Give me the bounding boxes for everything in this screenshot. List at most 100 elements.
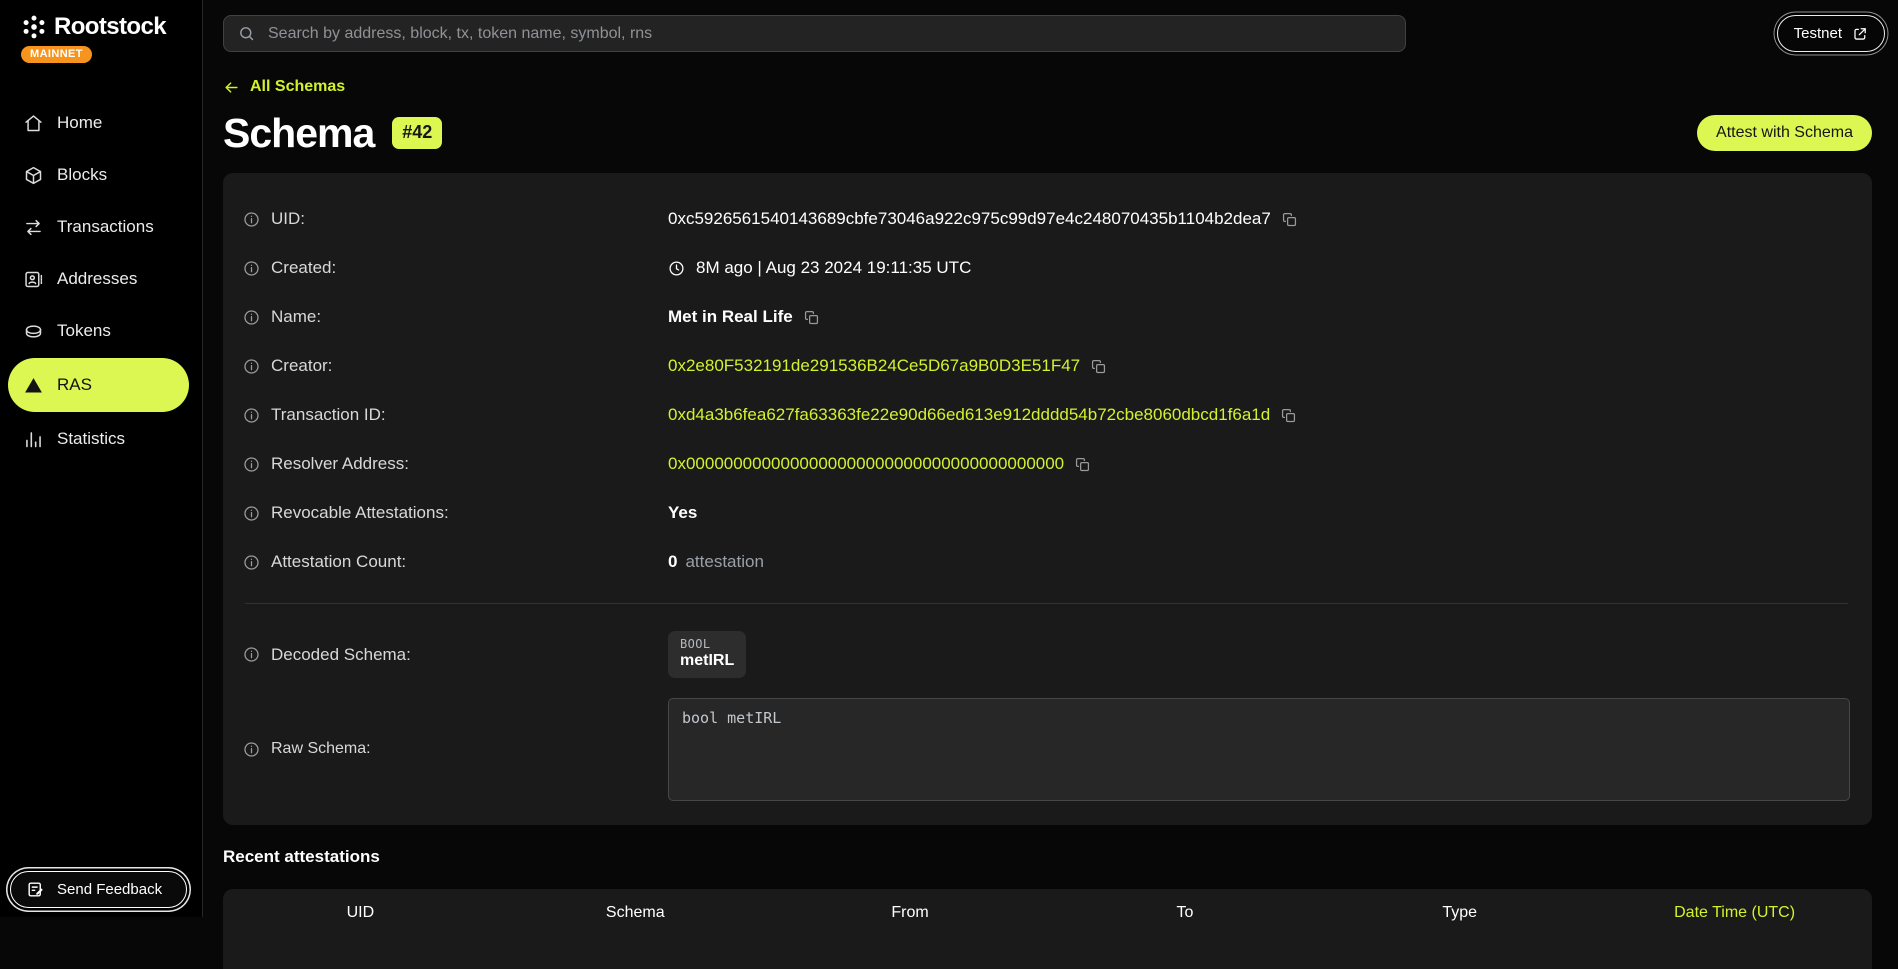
sidebar-item-blocks[interactable]: Blocks	[0, 149, 202, 201]
send-feedback-button[interactable]: Send Feedback	[10, 871, 187, 908]
column-header-from: From	[773, 904, 1048, 922]
title-row: Schema #42 Attest with Schema	[223, 109, 1872, 157]
feedback-label: Send Feedback	[57, 881, 162, 898]
main-area: Testnet All Schemas Schema #42 Attest wi…	[203, 0, 1898, 969]
sidebar-item-tokens[interactable]: Tokens	[0, 305, 202, 357]
info-icon	[243, 554, 260, 571]
creator-value-group: 0x2e80F532191de291536B24Ce5D67a9B0D3E51F…	[668, 356, 1106, 376]
schema-field-chip: BOOL metIRL	[668, 631, 746, 678]
attestation-count-value-group: 0 attestation	[668, 552, 764, 572]
transaction-id-label: Transaction ID:	[271, 405, 386, 425]
schema-field-name: metIRL	[680, 652, 734, 670]
topbar: Testnet	[203, 0, 1898, 52]
detail-row-resolver-address: Resolver Address: 0x00000000000000000000…	[243, 440, 1850, 489]
detail-row-attestation-count: Attestation Count: 0 attestation	[243, 538, 1850, 587]
brand-name: Rootstock	[54, 13, 166, 41]
resolver-label: Resolver Address:	[271, 454, 409, 474]
sidebar-item-statistics[interactable]: Statistics	[0, 413, 202, 465]
sidebar-item-label: Statistics	[57, 429, 125, 449]
created-label: Created:	[271, 258, 336, 278]
sidebar-item-label: RAS	[57, 375, 92, 395]
attest-with-schema-button[interactable]: Attest with Schema	[1697, 115, 1872, 151]
copy-resolver-button[interactable]	[1075, 457, 1090, 472]
search-input[interactable]	[266, 24, 1391, 44]
search-icon	[238, 25, 255, 42]
brand-logo[interactable]: Rootstock	[0, 13, 202, 41]
column-header-type: Type	[1322, 904, 1597, 922]
detail-row-name: Name: Met in Real Life	[243, 293, 1850, 342]
copy-uid-button[interactable]	[1282, 212, 1297, 227]
sidebar-item-label: Addresses	[57, 269, 137, 289]
coin-icon	[23, 321, 44, 342]
bar-chart-icon	[23, 429, 44, 450]
detail-row-created: Created: 8M ago | Aug 23 2024 19:11:35 U…	[243, 244, 1850, 293]
resolver-address-link[interactable]: 0x00000000000000000000000000000000000000…	[668, 454, 1064, 474]
sidebar-item-label: Tokens	[57, 321, 111, 341]
uid-value: 0xc5926561540143689cbfe73046a922c975c99d…	[668, 209, 1271, 229]
uid-value-group: 0xc5926561540143689cbfe73046a922c975c99d…	[668, 209, 1297, 229]
clock-icon	[668, 260, 685, 277]
sidebar-item-label: Blocks	[57, 165, 107, 185]
name-value-group: Met in Real Life	[668, 307, 819, 327]
raw-schema-textarea[interactable]: bool metIRL	[668, 698, 1850, 801]
detail-row-revocable: Revocable Attestations: Yes	[243, 489, 1850, 538]
detail-row-decoded-schema: Decoded Schema: BOOL metIRL	[243, 616, 1850, 694]
revocable-label-group: Revocable Attestations:	[243, 503, 668, 523]
revocable-value-group: Yes	[668, 503, 697, 523]
info-icon	[243, 741, 260, 758]
attestation-count-value: 0	[668, 552, 677, 572]
creator-address-link[interactable]: 0x2e80F532191de291536B24Ce5D67a9B0D3E51F…	[668, 356, 1080, 376]
page-title: Schema	[223, 109, 374, 157]
detail-row-transaction-id: Transaction ID: 0xd4a3b6fea627fa63363fe2…	[243, 391, 1850, 440]
created-value: 8M ago | Aug 23 2024 19:11:35 UTC	[696, 258, 971, 278]
info-icon	[243, 646, 260, 663]
search-bar[interactable]	[223, 15, 1406, 52]
copy-creator-button[interactable]	[1091, 359, 1106, 374]
recent-attestations-heading: Recent attestations	[223, 847, 1872, 867]
copy-transaction-id-button[interactable]	[1281, 408, 1296, 423]
cube-icon	[23, 165, 44, 186]
sidebar-item-ras[interactable]: RAS	[8, 358, 189, 412]
sidebar: Rootstock MAINNET Home Blocks Transactio…	[0, 0, 203, 917]
name-value: Met in Real Life	[668, 307, 793, 327]
sidebar-item-addresses[interactable]: Addresses	[0, 253, 202, 305]
swap-arrows-icon	[23, 217, 44, 238]
sidebar-nav: Home Blocks Transactions Addresses Token…	[0, 97, 202, 465]
card-divider	[245, 603, 1848, 604]
feedback-icon	[26, 880, 45, 899]
info-icon	[243, 505, 260, 522]
attestation-count-label: Attestation Count:	[271, 552, 406, 572]
network-switch-label: Testnet	[1794, 25, 1842, 42]
decoded-schema-value-group: BOOL metIRL	[668, 631, 746, 678]
rootstock-logo-icon	[21, 14, 47, 40]
network-switch-button[interactable]: Testnet	[1777, 15, 1885, 52]
transaction-id-link[interactable]: 0xd4a3b6fea627fa63363fe22e90d66ed613e912…	[668, 405, 1270, 425]
resolver-label-group: Resolver Address:	[243, 454, 668, 474]
attestation-count-label-group: Attestation Count:	[243, 552, 668, 572]
created-label-group: Created:	[243, 258, 668, 278]
raw-schema-label-group: Raw Schema:	[243, 740, 668, 758]
decoded-schema-label: Decoded Schema:	[271, 645, 411, 665]
schema-details-card: UID: 0xc5926561540143689cbfe73046a922c97…	[223, 173, 1872, 825]
column-header-datetime[interactable]: Date Time (UTC)	[1597, 904, 1872, 922]
info-icon	[243, 358, 260, 375]
sidebar-item-home[interactable]: Home	[0, 97, 202, 149]
back-to-all-schemas-link[interactable]: All Schemas	[223, 78, 345, 96]
external-link-icon	[1852, 26, 1868, 42]
revocable-value: Yes	[668, 503, 697, 523]
column-header-schema: Schema	[498, 904, 773, 922]
arrow-left-icon	[223, 79, 240, 96]
copy-name-button[interactable]	[804, 310, 819, 325]
sidebar-item-label: Transactions	[57, 217, 154, 237]
raw-schema-label: Raw Schema:	[271, 740, 371, 758]
info-icon	[243, 260, 260, 277]
page-content: All Schemas Schema #42 Attest with Schem…	[203, 52, 1898, 969]
uid-label: UID:	[271, 209, 305, 229]
sidebar-item-transactions[interactable]: Transactions	[0, 201, 202, 253]
detail-row-uid: UID: 0xc5926561540143689cbfe73046a922c97…	[243, 195, 1850, 244]
info-icon	[243, 309, 260, 326]
attestations-table-header: UID Schema From To Type Date Time (UTC)	[223, 889, 1872, 969]
detail-row-raw-schema: Raw Schema: bool metIRL	[243, 698, 1850, 801]
creator-label-group: Creator:	[243, 356, 668, 376]
transaction-id-value-group: 0xd4a3b6fea627fa63363fe22e90d66ed613e912…	[668, 405, 1296, 425]
